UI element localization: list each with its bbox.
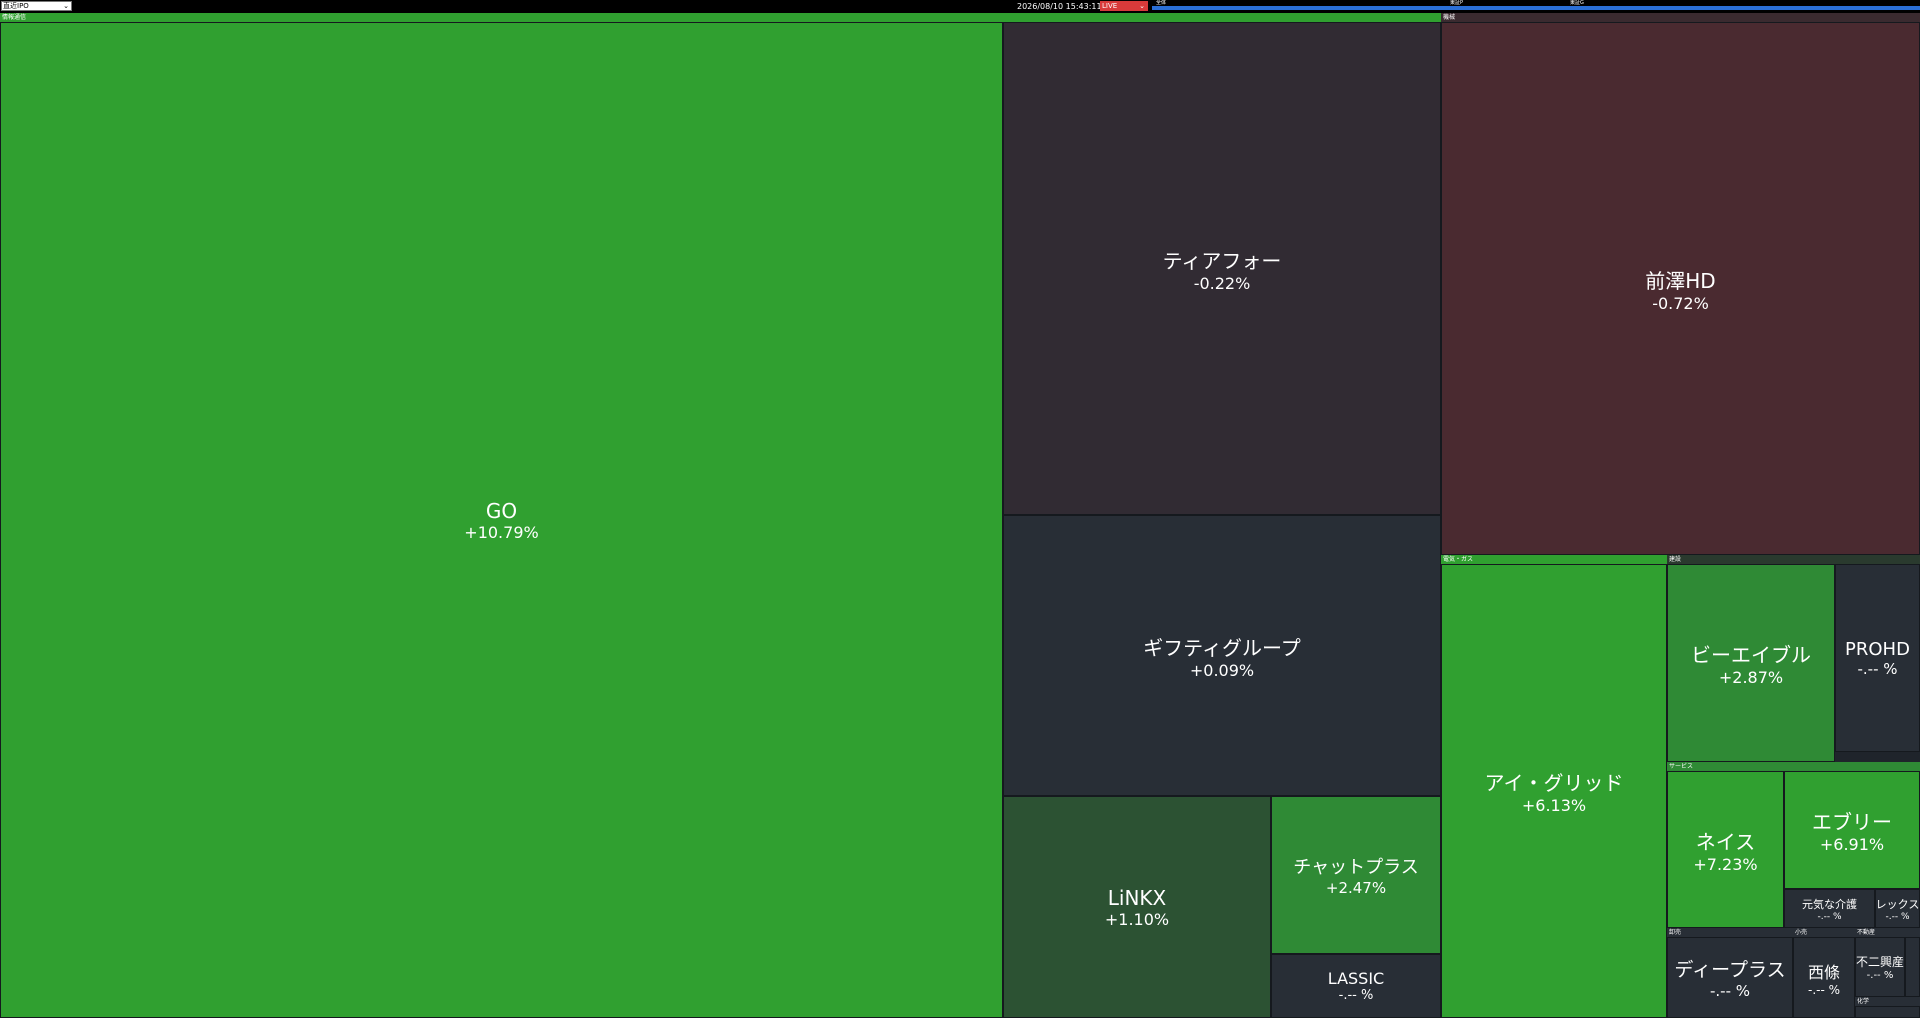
- stock-change: +2.47%: [1325, 879, 1387, 897]
- stock-tile-maezawa[interactable]: 前澤HD -0.72%: [1441, 22, 1920, 555]
- stock-name: 元気な介護: [1802, 897, 1857, 911]
- stock-tile-go[interactable]: GO +10.79%: [0, 22, 1003, 1018]
- stock-tile-every[interactable]: エブリー +6.91%: [1784, 771, 1920, 889]
- stock-change: -.-- %: [1807, 982, 1841, 997]
- stock-tile-lassic[interactable]: LASSIC -.-- %: [1271, 954, 1441, 1018]
- stock-tile-tierfour[interactable]: ティアフォー -0.22%: [1003, 22, 1441, 515]
- chevron-down-icon: ⌄: [63, 2, 69, 10]
- stock-tile-saijo[interactable]: 西條 -.-- %: [1793, 937, 1855, 1018]
- stock-name: 前澤HD: [1645, 268, 1716, 293]
- sector-label-info: 情報通信: [0, 13, 1441, 22]
- slider-label-growth: 東証G: [1570, 0, 1584, 6]
- chevron-down-icon: ⌄: [1139, 2, 1145, 10]
- stock-name: レックス: [1875, 897, 1920, 911]
- stock-change: -.-- %: [1338, 988, 1374, 1003]
- sector-label-service: サービス: [1667, 762, 1920, 771]
- live-select-value: LIVE: [1102, 2, 1118, 10]
- slider-label-all: 全体: [1156, 0, 1167, 6]
- sector-label-machine: 機械: [1441, 13, 1920, 22]
- stock-tile-chemical[interactable]: [1855, 1006, 1920, 1018]
- market-select-value: 直近IPO: [3, 2, 29, 10]
- stock-tile-tiny[interactable]: [1905, 937, 1920, 997]
- stock-name: GO: [485, 498, 518, 523]
- stock-tile-deeplus[interactable]: ディープラス -.-- %: [1667, 937, 1793, 1018]
- stock-change: +7.23%: [1693, 854, 1758, 874]
- stock-tile-genki[interactable]: 元気な介護 -.-- %: [1784, 889, 1875, 928]
- stock-change: -.-- %: [1857, 659, 1898, 678]
- sector-label-realestate: 不動産: [1855, 928, 1920, 937]
- sector-label-construction: 建設: [1667, 555, 1920, 564]
- stock-change: -0.22%: [1193, 273, 1251, 293]
- datetime-display: 2026/08/10 15:43:11: [1017, 2, 1102, 11]
- stock-change: -0.72%: [1652, 293, 1709, 313]
- stock-name: アイ・グリッド: [1484, 771, 1624, 795]
- stock-change: -.-- %: [1709, 982, 1751, 1000]
- stock-name: ディープラス: [1674, 959, 1786, 981]
- stock-name: PROHD: [1845, 638, 1910, 660]
- stock-name: ギフティグループ: [1143, 635, 1301, 660]
- stock-change: -.-- %: [1866, 970, 1894, 981]
- stock-change: +0.09%: [1189, 660, 1255, 680]
- stock-tile-prohd[interactable]: PROHD -.-- %: [1835, 564, 1920, 752]
- stock-change: +1.10%: [1104, 909, 1170, 929]
- stock-tile-chatplus[interactable]: チャットプラス +2.47%: [1271, 796, 1441, 954]
- stock-change: +6.13%: [1521, 796, 1587, 815]
- range-slider[interactable]: [1152, 6, 1920, 10]
- stock-tile-beable[interactable]: ビーエイブル +2.87%: [1667, 564, 1835, 762]
- slider-label-prime: 東証P: [1450, 0, 1464, 6]
- stock-name: ネイス: [1695, 829, 1756, 854]
- stock-tile-fujiko[interactable]: 不二興産 -.-- %: [1855, 937, 1905, 997]
- stock-change: +2.87%: [1718, 668, 1784, 687]
- live-select[interactable]: LIVE ⌄: [1100, 1, 1148, 11]
- stock-tile-neis[interactable]: ネイス +7.23%: [1667, 771, 1784, 928]
- top-bar: 直近IPO ⌄ 2026/08/10 15:43:11 LIVE ⌄ 全体 東証…: [0, 0, 1920, 13]
- market-select[interactable]: 直近IPO ⌄: [1, 1, 72, 11]
- stock-name: LASSIC: [1327, 969, 1385, 988]
- stock-name: エブリー: [1812, 810, 1892, 834]
- stock-tile-igrid[interactable]: アイ・グリッド +6.13%: [1441, 564, 1667, 1018]
- stock-change: -.-- %: [1885, 911, 1910, 922]
- stock-tile-linkx[interactable]: LiNKX +1.10%: [1003, 796, 1271, 1018]
- stock-name: ティアフォー: [1162, 248, 1282, 273]
- sector-label-retail: 小売: [1793, 928, 1855, 937]
- stock-name: ビーエイブル: [1691, 643, 1811, 667]
- stock-name: チャットプラス: [1293, 857, 1419, 878]
- stock-tile-lex[interactable]: レックス -.-- %: [1875, 889, 1920, 928]
- stock-name: LiNKX: [1107, 885, 1167, 910]
- sector-label-chemical: 化学: [1855, 997, 1920, 1006]
- stock-name: 西條: [1807, 962, 1840, 982]
- stock-change: +6.91%: [1819, 835, 1885, 854]
- stock-change: +10.79%: [464, 522, 539, 542]
- stock-change: -.-- %: [1817, 911, 1842, 922]
- stock-tile-giftee[interactable]: ギフティグループ +0.09%: [1003, 515, 1441, 796]
- sector-label-wholesale: 卸売: [1667, 928, 1793, 937]
- sector-label-electric: 電気・ガス: [1441, 555, 1667, 564]
- stock-name: 不二興産: [1856, 955, 1905, 969]
